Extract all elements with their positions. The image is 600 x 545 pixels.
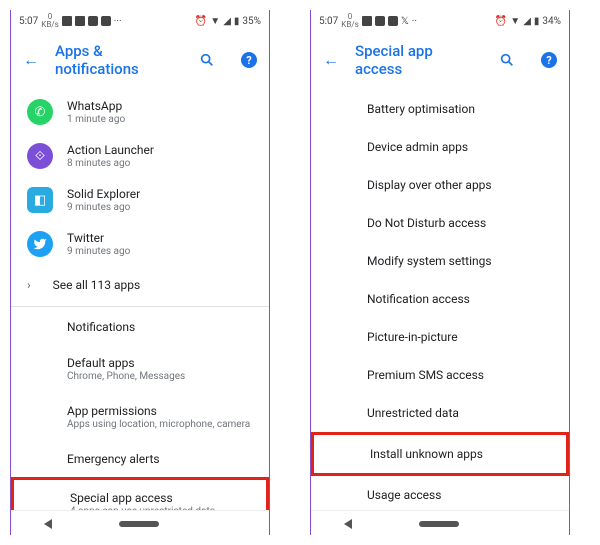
status-right: ⏰ ▼ ◢ ▮ 35%	[195, 16, 261, 27]
phone-left: 5:07 0KB/s ··· ⏰ ▼ ◢ ▮ 35% ← Apps & noti…	[10, 10, 270, 535]
search-icon[interactable]	[499, 52, 515, 68]
action-launcher-icon: ⟐	[27, 143, 53, 169]
nav-bar	[311, 510, 569, 535]
signal-icon: ◢	[523, 16, 531, 27]
status-time: 5:07	[19, 16, 38, 27]
status-bar: 5:07 0KB/s ··· ⏰ ▼ ◢ ▮ 35%	[11, 10, 269, 32]
wifi-icon: ▼	[210, 16, 220, 27]
chevron-right-icon: ›	[27, 278, 31, 292]
battery-pct: 35%	[242, 16, 261, 27]
alarm-icon: ⏰	[195, 16, 207, 27]
content-area: Battery optimisation Device admin apps D…	[311, 90, 569, 510]
app-name: Solid Explorer	[67, 187, 253, 201]
notif-icon	[75, 16, 85, 26]
nav-back-icon[interactable]	[44, 519, 52, 529]
item-device-admin-apps[interactable]: Device admin apps	[311, 128, 569, 166]
item-notification-access[interactable]: Notification access	[311, 280, 569, 318]
item-do-not-disturb-access[interactable]: Do Not Disturb access	[311, 204, 569, 242]
item-display-over-other-apps[interactable]: Display over other apps	[311, 166, 569, 204]
nav-back-icon[interactable]	[344, 519, 352, 529]
content-area: ✆ WhatsApp 1 minute ago ⟐ Action Launche…	[11, 90, 269, 510]
status-right: ⏰ ▼ ◢ ▮ 34%	[495, 16, 561, 27]
settings-title: Default apps	[67, 356, 253, 370]
settings-sub: Apps using location, microphone, camera	[67, 419, 253, 430]
settings-special-app-access[interactable]: Special app access 4 apps can use unrest…	[11, 477, 269, 510]
app-name: Action Launcher	[67, 143, 253, 157]
whatsapp-status-icon	[375, 16, 385, 26]
wifi-icon: ▼	[510, 16, 520, 27]
page-title: Apps & notifications	[55, 42, 173, 78]
app-sub: 1 minute ago	[67, 114, 253, 125]
item-modify-system-settings[interactable]: Modify system settings	[311, 242, 569, 280]
app-name: WhatsApp	[67, 99, 253, 113]
app-header: ← Apps & notifications ?	[11, 32, 269, 90]
item-battery-optimisation[interactable]: Battery optimisation	[311, 90, 569, 128]
settings-notifications[interactable]: Notifications	[11, 309, 269, 345]
whatsapp-status-icon	[88, 16, 98, 26]
settings-title: Special app access	[70, 491, 250, 505]
status-bar: 5:07 0KB/s 𝕏 ·· ⏰ ▼ ◢ ▮ 34%	[311, 10, 569, 32]
twitter-status-icon: 𝕏	[401, 16, 409, 27]
app-sub: 9 minutes ago	[67, 202, 253, 213]
status-time: 5:07	[319, 16, 338, 27]
help-icon[interactable]: ?	[241, 52, 257, 68]
notif-icon	[62, 16, 72, 26]
battery-icon: ▮	[534, 16, 540, 27]
notif-icon	[362, 16, 372, 26]
see-all-label: See all 113 apps	[53, 278, 141, 292]
battery-pct: 34%	[542, 16, 561, 27]
battery-icon: ▮	[234, 16, 240, 27]
see-all-apps[interactable]: › See all 113 apps	[11, 266, 269, 304]
net-speed: 0KB/s	[41, 13, 58, 29]
settings-title: Notifications	[67, 320, 253, 334]
nav-home-icon[interactable]	[119, 521, 159, 527]
item-unrestricted-data[interactable]: Unrestricted data	[311, 394, 569, 432]
divider	[11, 306, 269, 307]
back-arrow-icon[interactable]: ←	[323, 50, 339, 70]
settings-emergency-alerts[interactable]: Emergency alerts	[11, 441, 269, 477]
settings-sub: Chrome, Phone, Messages	[67, 371, 253, 382]
twitter-icon	[27, 231, 53, 257]
signal-icon: ◢	[223, 16, 231, 27]
nav-home-icon[interactable]	[419, 521, 459, 527]
settings-title: App permissions	[67, 404, 253, 418]
more-dots: ··	[412, 16, 417, 27]
item-premium-sms-access[interactable]: Premium SMS access	[311, 356, 569, 394]
item-usage-access[interactable]: Usage access	[311, 476, 569, 510]
app-sub: 9 minutes ago	[67, 246, 253, 257]
app-row-twitter[interactable]: Twitter 9 minutes ago	[11, 222, 269, 266]
alarm-icon: ⏰	[495, 16, 507, 27]
notif-icon	[101, 16, 111, 26]
page-title: Special app access	[355, 42, 473, 78]
solid-explorer-icon: ◧	[27, 187, 53, 213]
help-icon[interactable]: ?	[541, 52, 557, 68]
net-speed: 0KB/s	[341, 13, 358, 29]
item-picture-in-picture[interactable]: Picture-in-picture	[311, 318, 569, 356]
app-row-action-launcher[interactable]: ⟐ Action Launcher 8 minutes ago	[11, 134, 269, 178]
notif-icon	[388, 16, 398, 26]
app-header: ← Special app access ?	[311, 32, 569, 90]
phone-right: 5:07 0KB/s 𝕏 ·· ⏰ ▼ ◢ ▮ 34% ← Special ap…	[310, 10, 570, 535]
app-sub: 8 minutes ago	[67, 158, 253, 169]
nav-bar	[11, 510, 269, 535]
back-arrow-icon[interactable]: ←	[23, 50, 39, 70]
app-name: Twitter	[67, 231, 253, 245]
status-left: 5:07 0KB/s 𝕏 ··	[319, 13, 417, 29]
status-left: 5:07 0KB/s ···	[19, 13, 122, 29]
app-row-solid-explorer[interactable]: ◧ Solid Explorer 9 minutes ago	[11, 178, 269, 222]
search-icon[interactable]	[199, 52, 215, 68]
app-row-whatsapp[interactable]: ✆ WhatsApp 1 minute ago	[11, 90, 269, 134]
item-install-unknown-apps[interactable]: Install unknown apps	[311, 432, 569, 476]
settings-app-permissions[interactable]: App permissions Apps using location, mic…	[11, 393, 269, 441]
whatsapp-icon: ✆	[27, 99, 53, 125]
settings-title: Emergency alerts	[67, 452, 253, 466]
settings-default-apps[interactable]: Default apps Chrome, Phone, Messages	[11, 345, 269, 393]
more-dots: ···	[114, 16, 122, 27]
